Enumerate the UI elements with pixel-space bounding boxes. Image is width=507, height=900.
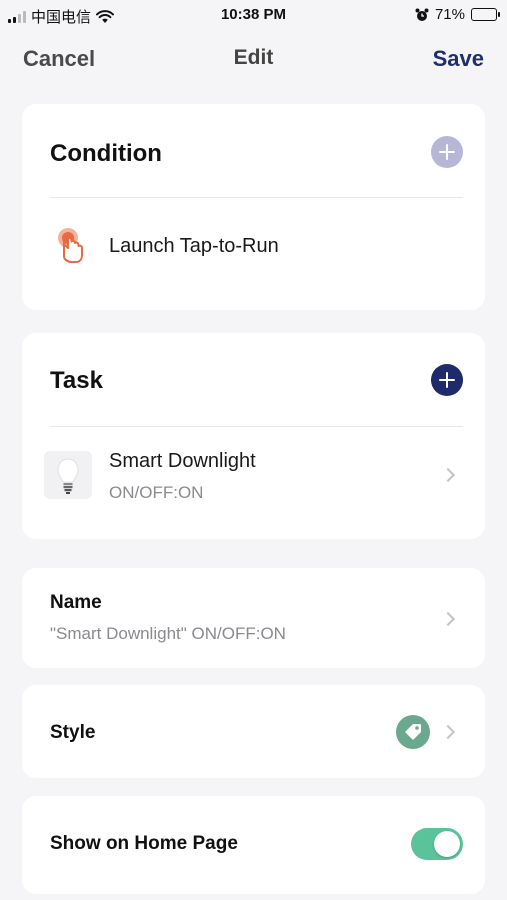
battery-icon (471, 8, 500, 21)
show-on-home-toggle[interactable] (411, 828, 463, 860)
task-device-row[interactable]: Smart Downlight ON/OFF:ON (22, 443, 485, 518)
nav-bar: Cancel Edit Save (0, 40, 507, 80)
tag-icon (396, 715, 430, 749)
chevron-right-icon (440, 611, 456, 627)
home-page-label: Show on Home Page (50, 833, 238, 854)
condition-item[interactable]: Launch Tap-to-Run (22, 214, 485, 274)
task-card: Task Smart Downlight ON/OFF:ON (22, 333, 485, 539)
task-heading: Task (50, 367, 103, 394)
save-button[interactable]: Save (433, 46, 484, 72)
condition-item-label: Launch Tap-to-Run (109, 235, 279, 257)
name-card[interactable]: Name "Smart Downlight" ON/OFF:ON (22, 568, 485, 668)
device-name: Smart Downlight (109, 450, 256, 472)
status-bar: 中国电信 10:38 PM 71% (0, 0, 507, 30)
divider (50, 197, 463, 198)
condition-heading: Condition (50, 140, 162, 167)
divider (50, 426, 463, 427)
battery-percent: 71% (434, 6, 465, 23)
chevron-right-icon (440, 724, 456, 740)
toggle-knob (434, 831, 460, 857)
name-label: Name (50, 592, 102, 613)
condition-card: Condition Launch Tap-to-Run (22, 104, 485, 310)
device-thumbnail (44, 451, 92, 499)
device-state: ON/OFF:ON (109, 483, 204, 502)
status-right: 71% (415, 6, 500, 23)
home-page-card: Show on Home Page (22, 796, 485, 894)
tap-hand-icon (58, 228, 83, 263)
light-bulb-icon (57, 458, 79, 494)
alarm-clock-icon (415, 8, 429, 21)
add-condition-button[interactable] (431, 136, 463, 168)
style-label: Style (50, 722, 96, 743)
add-task-button[interactable] (431, 364, 463, 396)
name-value: "Smart Downlight" ON/OFF:ON (50, 624, 286, 643)
chevron-right-icon (440, 467, 456, 483)
style-card[interactable]: Style (22, 685, 485, 778)
page-title: Edit (233, 46, 274, 69)
